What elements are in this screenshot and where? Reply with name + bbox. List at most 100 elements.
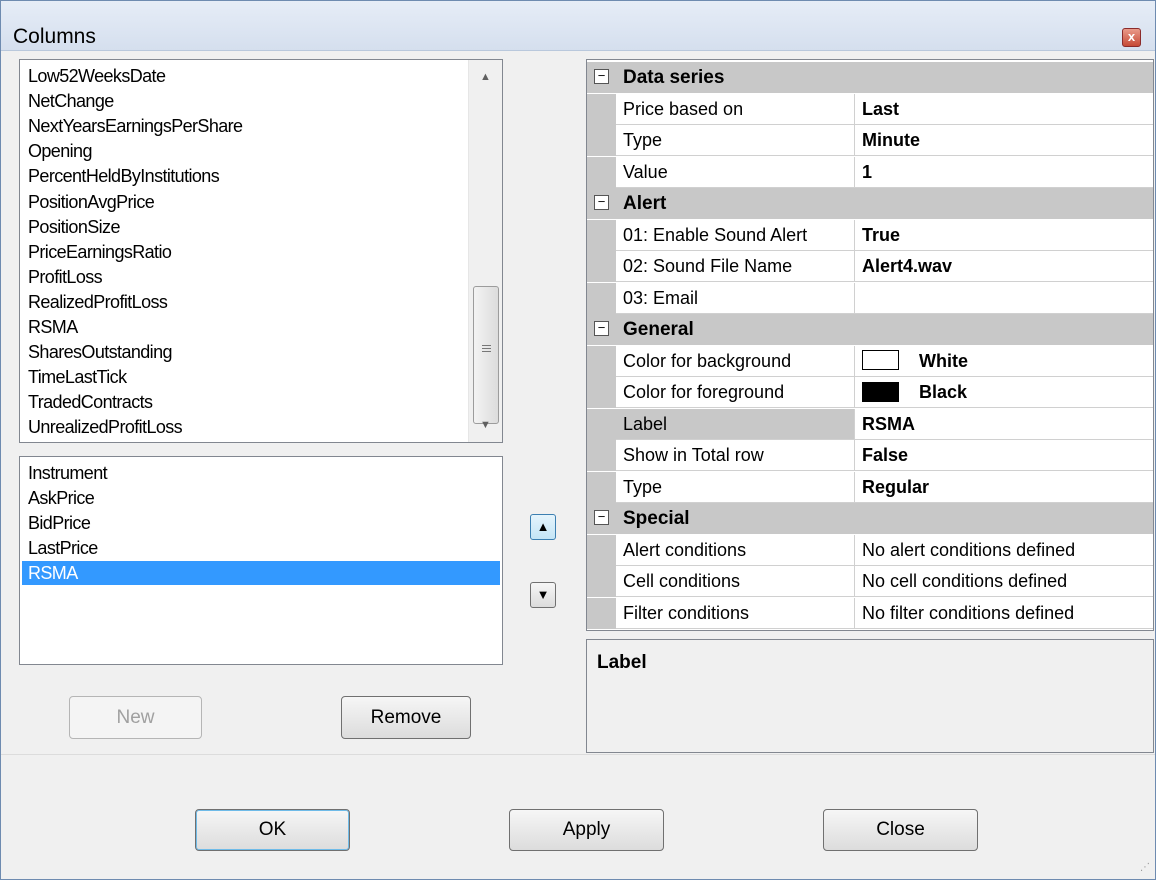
available-column-item[interactable]: TradedContracts	[28, 390, 153, 415]
property-row[interactable]: Color for background White	[587, 345, 1153, 377]
available-columns-list[interactable]: Low52WeeksDate NetChange NextYearsEarnings…	[19, 59, 503, 443]
selected-column-item[interactable]: Instrument	[22, 461, 500, 485]
scroll-down-icon[interactable]: ▼	[469, 408, 502, 442]
category-row-data-series[interactable]: − Data series	[587, 62, 1153, 93]
property-name[interactable]: Filter conditions	[616, 597, 855, 629]
scroll-up-icon[interactable]: ▲	[469, 60, 502, 94]
property-value[interactable]: False	[855, 440, 1153, 471]
available-list-scrollbar[interactable]: ▲ ▼	[468, 60, 502, 442]
row-indent	[587, 282, 616, 314]
available-column-item[interactable]: PositionSize	[28, 215, 120, 240]
close-window-icon[interactable]: x	[1122, 28, 1141, 47]
property-row[interactable]: 03: Email	[587, 282, 1153, 314]
property-row[interactable]: 02: Sound File Name Alert4.wav	[587, 251, 1153, 282]
property-value[interactable]: White	[855, 346, 1153, 377]
move-up-button[interactable]: ▲	[530, 514, 556, 540]
color-name: White	[919, 350, 968, 371]
divider	[1, 754, 1155, 755]
property-name[interactable]: 01: Enable Sound Alert	[616, 219, 855, 251]
resize-grip-icon[interactable]: ⋰	[1140, 862, 1150, 873]
color-name: Black	[919, 382, 968, 402]
property-value[interactable]: 1	[855, 157, 1153, 188]
property-value[interactable]: Alert4.wav	[855, 251, 1153, 282]
category-row-general[interactable]: − General	[587, 314, 1153, 345]
property-value[interactable]	[855, 283, 1153, 314]
property-row[interactable]: Alert conditions No alert conditions defi…	[587, 534, 1153, 566]
property-row[interactable]: Filter conditions No filter conditions de…	[587, 597, 1153, 629]
property-row[interactable]: Type Minute	[587, 125, 1153, 156]
property-name[interactable]: 02: Sound File Name	[616, 251, 855, 282]
available-column-item[interactable]: UnrealizedProfitLoss	[28, 415, 183, 440]
property-name[interactable]: Price based on	[616, 93, 855, 125]
available-column-item[interactable]: Low52WeeksDate	[28, 64, 166, 89]
selected-column-item[interactable]: RSMA	[22, 561, 500, 585]
property-name[interactable]: Type	[616, 471, 855, 503]
color-swatch	[862, 381, 899, 402]
available-column-item[interactable]: SharesOutstanding	[28, 340, 173, 365]
property-row[interactable]: Color for foreground Black	[587, 377, 1153, 408]
row-indent	[587, 251, 616, 282]
collapse-icon[interactable]: −	[594, 69, 609, 84]
property-name[interactable]: Color for foreground	[616, 377, 855, 408]
category-row-special[interactable]: − Special	[587, 503, 1153, 534]
selected-column-item[interactable]: BidPrice	[22, 511, 500, 535]
apply-button[interactable]: Apply	[509, 809, 664, 851]
selected-column-item[interactable]: AskPrice	[22, 486, 500, 510]
available-column-item[interactable]: PositionAvgPrice	[28, 190, 155, 215]
property-row[interactable]: Type Regular	[587, 471, 1153, 503]
available-column-item[interactable]: PriceEarningsRatio	[28, 240, 172, 265]
property-name[interactable]: Label	[616, 408, 855, 440]
category-label: Alert	[623, 193, 667, 214]
property-value[interactable]: Last	[855, 94, 1153, 125]
available-column-item[interactable]: RealizedProfitLoss	[28, 290, 168, 315]
property-name[interactable]: Type	[616, 125, 855, 156]
available-column-item[interactable]: TimeLastTick	[28, 365, 127, 390]
selected-columns-list[interactable]: Instrument AskPrice BidPrice LastPrice RSMA	[19, 456, 503, 665]
property-value[interactable]: No alert conditions defined	[855, 535, 1153, 566]
move-down-button[interactable]: ▼	[530, 582, 556, 608]
property-name[interactable]: Color for background	[616, 345, 855, 377]
row-indent	[587, 156, 616, 188]
title-bar: Columns x	[1, 1, 1155, 51]
available-column-item[interactable]: ProfitLoss	[28, 265, 103, 290]
row-indent	[587, 566, 616, 597]
property-row[interactable]: Cell conditions No cell conditions define…	[587, 566, 1153, 597]
window-title: Columns	[13, 25, 96, 48]
property-row[interactable]: Value 1	[587, 156, 1153, 188]
property-value[interactable]: True	[855, 220, 1153, 251]
remove-button[interactable]: Remove	[341, 696, 471, 739]
available-column-item[interactable]: NextYearsEarningsPerShare	[28, 114, 243, 139]
collapse-icon[interactable]: −	[594, 195, 609, 210]
collapse-icon[interactable]: −	[594, 510, 609, 525]
property-value[interactable]: Regular	[855, 472, 1153, 503]
ok-button[interactable]: OK	[195, 809, 350, 851]
row-indent	[587, 125, 616, 156]
property-value[interactable]: No filter conditions defined	[855, 598, 1153, 629]
property-value[interactable]: RSMA	[855, 409, 1153, 440]
property-name[interactable]: 03: Email	[616, 282, 855, 314]
available-column-item[interactable]: PercentHeldByInstitutions	[28, 164, 220, 189]
available-column-item[interactable]: Opening	[28, 139, 92, 164]
property-value[interactable]: Black	[855, 377, 1153, 408]
new-button[interactable]: New	[69, 696, 202, 739]
property-name[interactable]: Alert conditions	[616, 534, 855, 566]
category-row-alert[interactable]: − Alert	[587, 188, 1153, 219]
close-button[interactable]: Close	[823, 809, 978, 851]
collapse-icon[interactable]: −	[594, 321, 609, 336]
scroll-thumb[interactable]	[473, 286, 499, 424]
row-indent	[587, 471, 616, 503]
property-row[interactable]: Price based on Last	[587, 93, 1153, 125]
property-name[interactable]: Value	[616, 156, 855, 188]
property-row[interactable]: Show in Total row False	[587, 440, 1153, 471]
property-value[interactable]: No cell conditions defined	[855, 566, 1153, 597]
available-column-item[interactable]: NetChange	[28, 89, 114, 114]
available-column-item[interactable]: RSMA	[28, 315, 78, 340]
property-row[interactable]: 01: Enable Sound Alert True	[587, 219, 1153, 251]
property-value[interactable]: Minute	[855, 125, 1153, 156]
property-row[interactable]: Label RSMA	[587, 408, 1153, 440]
property-grid[interactable]: − Data series Price based on Last Type Minute…	[586, 59, 1154, 631]
property-name[interactable]: Cell conditions	[616, 566, 855, 597]
selected-column-item[interactable]: LastPrice	[22, 536, 500, 560]
property-name[interactable]: Show in Total row	[616, 440, 855, 471]
row-indent	[587, 345, 616, 377]
